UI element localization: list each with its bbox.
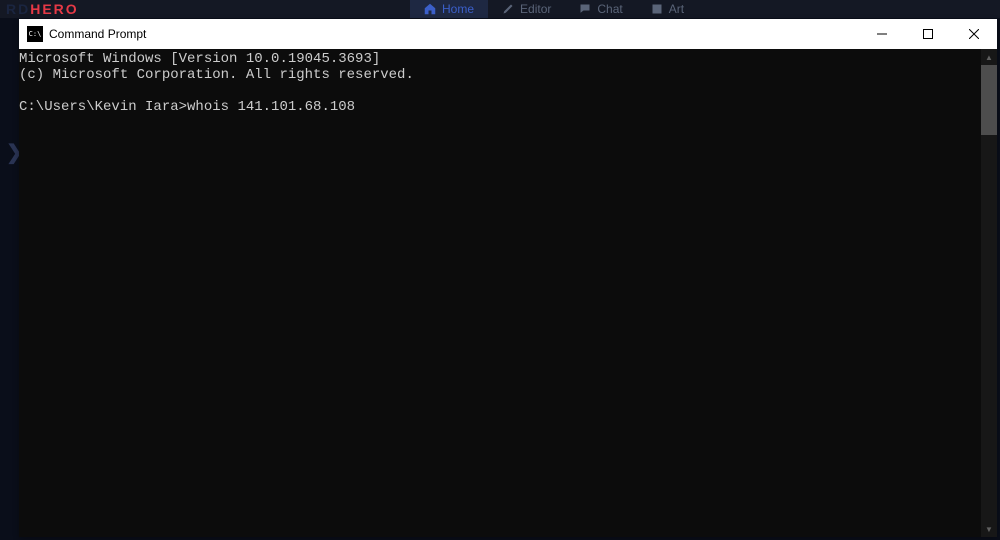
tab-art-label: Art	[669, 2, 684, 16]
scroll-thumb[interactable]	[981, 65, 997, 135]
window-title: Command Prompt	[49, 27, 146, 41]
terminal-scrollbar[interactable]: ▲ ▼	[981, 49, 997, 537]
command-prompt-window: Command Prompt Microsoft Windows [Versio…	[19, 19, 997, 537]
tab-editor[interactable]: Editor	[488, 0, 565, 18]
logo-text-2: HERO	[30, 1, 78, 17]
scroll-track[interactable]	[981, 65, 997, 521]
terminal-command[interactable]: whois 141.101.68.108	[187, 99, 355, 115]
window-controls	[859, 19, 997, 49]
background-tabs: Home Editor Chat Art	[410, 0, 698, 18]
scroll-up-button[interactable]: ▲	[981, 49, 997, 65]
terminal-prompt: C:\Users\Kevin Iara>	[19, 99, 187, 115]
cmd-icon	[27, 26, 43, 42]
terminal-line-2: (c) Microsoft Corporation. All rights re…	[19, 67, 414, 83]
home-icon	[424, 3, 436, 15]
terminal-content[interactable]: Microsoft Windows [Version 10.0.19045.36…	[19, 49, 981, 537]
chat-icon	[579, 3, 591, 15]
tab-home-label: Home	[442, 2, 474, 16]
tab-home[interactable]: Home	[410, 0, 488, 18]
background-navbar: RDHERO Home Editor Chat Art	[0, 0, 1000, 18]
background-logo: RDHERO	[6, 1, 79, 17]
maximize-button[interactable]	[905, 19, 951, 49]
image-icon	[651, 3, 663, 15]
terminal-line-1: Microsoft Windows [Version 10.0.19045.36…	[19, 51, 380, 67]
tab-editor-label: Editor	[520, 2, 551, 16]
tab-chat[interactable]: Chat	[565, 0, 636, 18]
scroll-down-button[interactable]: ▼	[981, 521, 997, 537]
tab-chat-label: Chat	[597, 2, 622, 16]
logo-text-1: RD	[6, 1, 30, 17]
minimize-button[interactable]	[859, 19, 905, 49]
terminal-wrap: Microsoft Windows [Version 10.0.19045.36…	[19, 49, 997, 537]
minimize-icon	[877, 29, 887, 39]
maximize-icon	[923, 29, 933, 39]
pencil-icon	[502, 3, 514, 15]
tab-art[interactable]: Art	[637, 0, 698, 18]
close-icon	[969, 29, 979, 39]
window-titlebar[interactable]: Command Prompt	[19, 19, 997, 49]
close-button[interactable]	[951, 19, 997, 49]
